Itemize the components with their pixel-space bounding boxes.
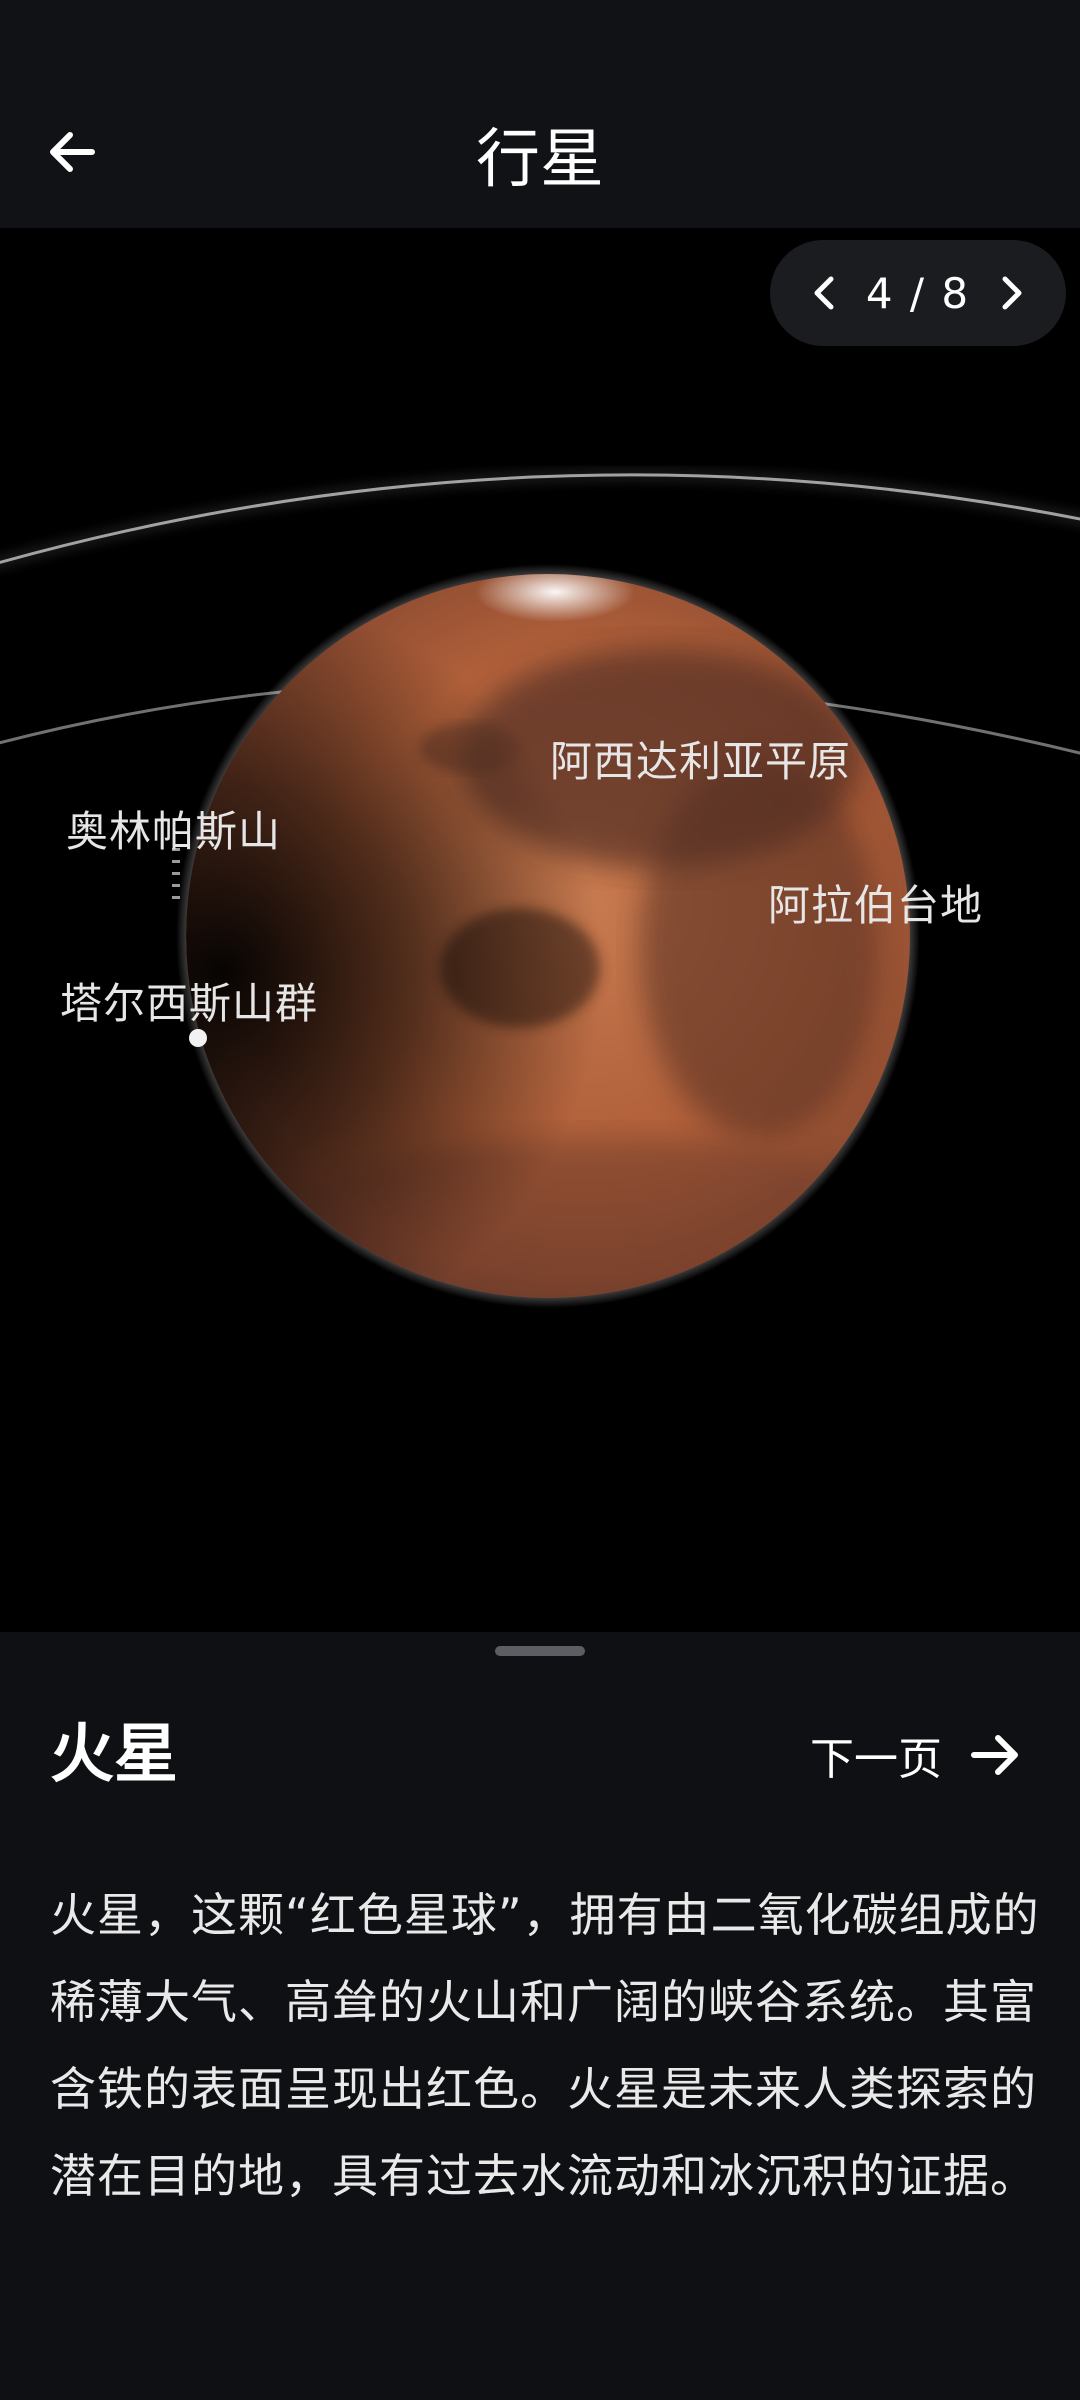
- previous-planet-button[interactable]: [796, 264, 854, 322]
- arrow-right-icon: [971, 1735, 1018, 1775]
- sheet-drag-handle[interactable]: [495, 1646, 585, 1656]
- label-arabia-terra[interactable]: 阿拉伯台地: [768, 872, 983, 933]
- arrow-left-icon: [50, 132, 95, 172]
- label-acidalia-planitia[interactable]: 阿西达利亚平原: [550, 728, 851, 789]
- label-tharsis-montes[interactable]: 塔尔西斯山群: [60, 970, 318, 1031]
- planet-description: 火星，这颗“红色星球”，拥有由二氧化碳组成的稀薄大气、高耸的火山和广阔的峡谷系统…: [50, 1888, 1040, 2203]
- label-olympus-mons[interactable]: 奥林帕斯山: [66, 798, 281, 859]
- next-page-button[interactable]: 下一页: [792, 1710, 1040, 1800]
- top-app-bar: 行星: [0, 0, 1080, 228]
- orbit-arc-upper-glow: [0, 469, 1080, 568]
- next-page-label: 下一页: [810, 1734, 942, 1785]
- planet-viewer[interactable]: 4 / 8 阿西达利亚平原 奥林帕斯山 阿拉伯台地 塔尔西斯山群: [0, 228, 1080, 1632]
- app-screen: 行星 4 / 8 阿西达利亚平原 奥林帕斯山 阿拉伯台地 塔尔西斯山群 火星 下…: [0, 0, 1080, 2400]
- page-title: 行星: [476, 123, 604, 197]
- chevron-right-icon: [1002, 276, 1022, 310]
- next-planet-button[interactable]: [982, 264, 1040, 322]
- chevron-left-icon: [814, 276, 834, 310]
- pager-indicator: 4 / 8: [865, 268, 971, 318]
- night-shadow: [186, 574, 910, 1298]
- planet-name-heading: 火星: [50, 1718, 178, 1792]
- planet-pager: 4 / 8: [770, 240, 1066, 346]
- back-button[interactable]: [30, 110, 114, 194]
- info-bottom-sheet: 火星 下一页 火星，这颗“红色星球”，拥有由二氧化碳组成的稀薄大气、高耸的火山和…: [0, 1632, 1080, 2400]
- moon-marker: [189, 1029, 207, 1047]
